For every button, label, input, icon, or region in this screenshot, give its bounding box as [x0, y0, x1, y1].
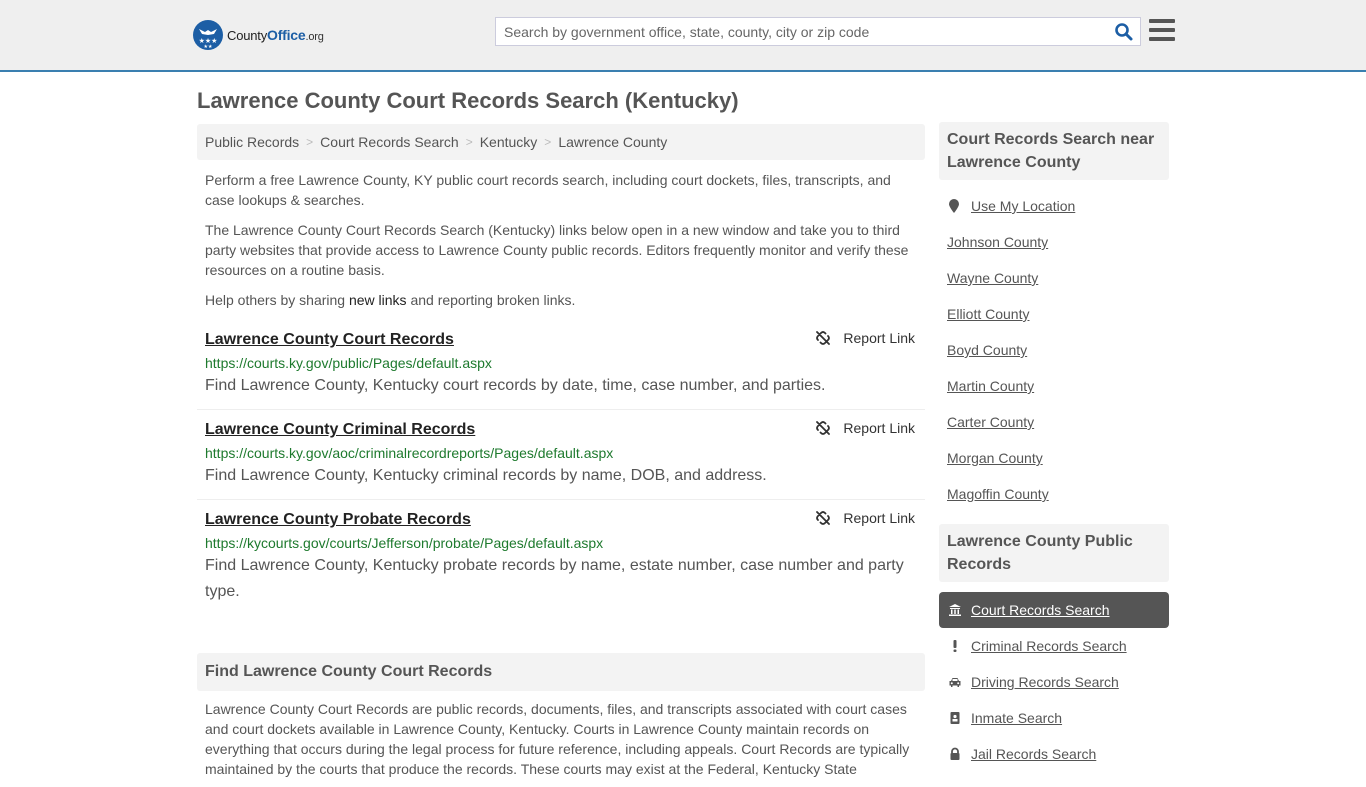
record-link-title[interactable]: Lawrence County Probate Records — [205, 508, 471, 532]
nearby-county-item: Morgan County — [947, 440, 1161, 476]
search-input[interactable] — [496, 18, 1096, 45]
breadcrumb-lawrence-county[interactable]: Lawrence County — [558, 134, 667, 150]
new-links-link[interactable]: new links — [349, 292, 407, 308]
nearby-county-item: Johnson County — [947, 224, 1161, 260]
search-box — [495, 17, 1141, 46]
nearby-county-item: Elliott County — [947, 296, 1161, 332]
record-link-url: https://kycourts.gov/courts/Jefferson/pr… — [205, 535, 604, 551]
search-icon[interactable] — [1114, 22, 1134, 42]
use-my-location-link[interactable]: Use My Location — [971, 198, 1075, 214]
help-paragraph: Help others by sharing new links and rep… — [205, 290, 917, 310]
nearby-county-item: Magoffin County — [947, 476, 1161, 512]
record-links-list: Lawrence County Court Records Report Lin… — [197, 320, 925, 615]
nav-item-inmate-search[interactable]: Inmate Search — [939, 700, 1169, 736]
find-records-body: Lawrence County Court Records are public… — [205, 701, 910, 777]
report-link-button[interactable]: Report Link — [815, 510, 915, 526]
nearby-county-item: Martin County — [947, 368, 1161, 404]
record-link-url: https://courts.ky.gov/public/Pages/defau… — [205, 355, 492, 371]
nearby-county-link[interactable]: Boyd County — [947, 342, 1027, 358]
nav-link[interactable]: Jail Records Search — [971, 746, 1096, 762]
sidebar: Court Records Search near Lawrence Count… — [939, 122, 1169, 772]
nav-item-criminal-records-search[interactable]: Criminal Records Search — [939, 628, 1169, 664]
main-content: Public Records > Court Records Search > … — [197, 124, 925, 787]
help-text: and reporting broken links. — [406, 292, 576, 308]
lock-icon — [947, 747, 963, 761]
nav-link[interactable]: Court Records Search — [971, 602, 1110, 618]
nearby-county-link[interactable]: Wayne County — [947, 270, 1038, 286]
eagle-logo-icon: ★★★ ★★ — [193, 20, 223, 50]
nearby-county-link[interactable]: Martin County — [947, 378, 1034, 394]
report-link-button[interactable]: Report Link — [815, 330, 915, 346]
find-records-heading: Find Lawrence County Court Records — [197, 653, 925, 691]
breadcrumb: Public Records > Court Records Search > … — [197, 124, 925, 160]
record-link-item: Lawrence County Court Records Report Lin… — [197, 320, 925, 410]
record-link-url: https://courts.ky.gov/aoc/criminalrecord… — [205, 445, 614, 461]
broken-link-icon — [816, 331, 831, 345]
nearby-county-link[interactable]: Carter County — [947, 414, 1034, 430]
breadcrumb-public-records[interactable]: Public Records — [205, 134, 299, 150]
nearby-county-link[interactable]: Magoffin County — [947, 486, 1049, 502]
record-link-description: Find Lawrence County, Kentucky probate r… — [205, 557, 904, 600]
breadcrumb-separator: > — [465, 135, 473, 149]
nearby-county-link[interactable]: Morgan County — [947, 450, 1043, 466]
svg-text:★★: ★★ — [204, 44, 213, 50]
nearby-heading: Court Records Search near Lawrence Count… — [939, 122, 1169, 180]
public-records-heading: Lawrence County Public Records — [939, 524, 1169, 582]
broken-link-icon — [816, 421, 831, 435]
record-link-description: Find Lawrence County, Kentucky criminal … — [205, 467, 767, 484]
record-link-title[interactable]: Lawrence County Criminal Records — [205, 418, 475, 442]
breadcrumb-kentucky[interactable]: Kentucky — [480, 134, 538, 150]
nav-link[interactable]: Criminal Records Search — [971, 638, 1127, 654]
nearby-county-item: Carter County — [947, 404, 1161, 440]
broken-link-icon — [816, 511, 831, 525]
nearby-counties-list: Use My Location Johnson County Wayne Cou… — [939, 180, 1169, 512]
logo-text: CountyOffice.org — [227, 27, 324, 43]
nearby-county-item: Wayne County — [947, 260, 1161, 296]
report-link-label: Report Link — [843, 330, 915, 346]
hamburger-menu-icon[interactable] — [1149, 19, 1175, 43]
courthouse-icon — [947, 603, 963, 617]
report-link-label: Report Link — [843, 510, 915, 526]
record-link-item: Lawrence County Probate Records Report L… — [197, 500, 925, 615]
exclamation-icon — [947, 639, 963, 653]
help-text: Help others by sharing — [205, 292, 349, 308]
nav-link[interactable]: Driving Records Search — [971, 674, 1119, 690]
intro-paragraph: Perform a free Lawrence County, KY publi… — [205, 172, 891, 208]
nav-item-jail-records-search[interactable]: Jail Records Search — [939, 736, 1169, 772]
nearby-county-link[interactable]: Elliott County — [947, 306, 1029, 322]
public-records-nav: Court Records Search Criminal Records Se… — [939, 592, 1169, 772]
nav-link[interactable]: Inmate Search — [971, 710, 1062, 726]
map-marker-icon — [949, 199, 959, 213]
breadcrumb-court-records-search[interactable]: Court Records Search — [320, 134, 459, 150]
intro-paragraph: The Lawrence County Court Records Search… — [205, 222, 909, 278]
record-link-item: Lawrence County Criminal Records Report … — [197, 410, 925, 500]
id-badge-icon — [947, 711, 963, 725]
use-location-item: Use My Location — [947, 188, 1161, 224]
nearby-county-item: Boyd County — [947, 332, 1161, 368]
breadcrumb-separator: > — [306, 135, 314, 149]
report-link-label: Report Link — [843, 420, 915, 436]
page-title: Lawrence County Court Records Search (Ke… — [197, 88, 739, 113]
breadcrumb-separator: > — [544, 135, 552, 149]
site-logo[interactable]: ★★★ ★★ CountyOffice.org — [193, 20, 324, 50]
nearby-county-link[interactable]: Johnson County — [947, 234, 1048, 250]
intro-text: Perform a free Lawrence County, KY publi… — [197, 170, 925, 310]
car-icon — [947, 675, 963, 689]
nav-item-court-records-search[interactable]: Court Records Search — [939, 592, 1169, 628]
nav-item-driving-records-search[interactable]: Driving Records Search — [939, 664, 1169, 700]
record-link-title[interactable]: Lawrence County Court Records — [205, 328, 454, 352]
record-link-description: Find Lawrence County, Kentucky court rec… — [205, 377, 826, 394]
report-link-button[interactable]: Report Link — [815, 420, 915, 436]
top-header: ★★★ ★★ CountyOffice.org — [0, 0, 1366, 72]
